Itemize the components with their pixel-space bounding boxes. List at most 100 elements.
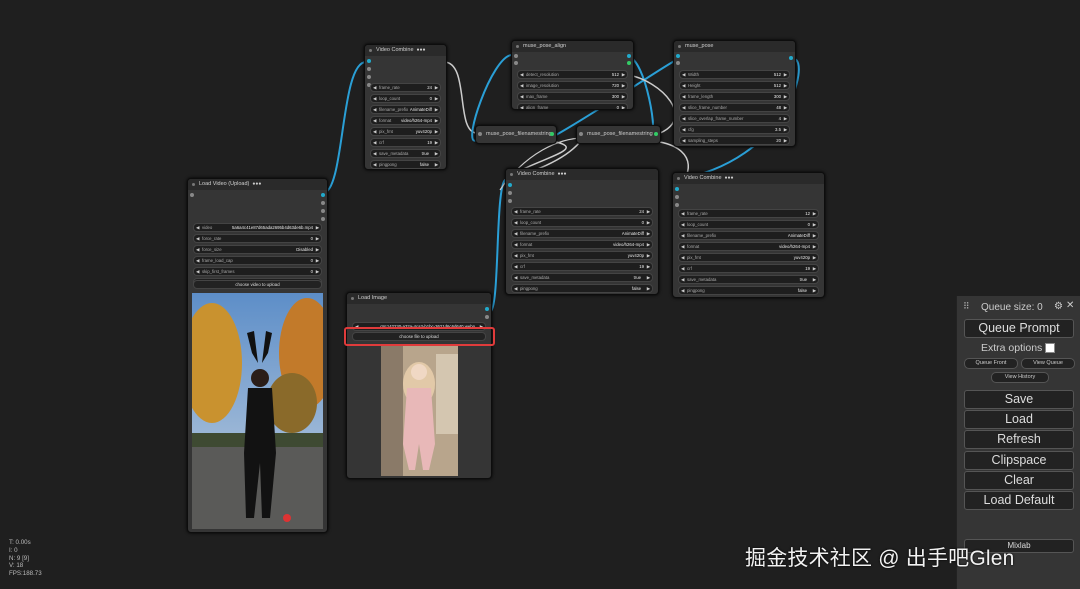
arrow-right-icon[interactable]: ▶: [813, 276, 816, 283]
arrow-right-icon[interactable]: ▶: [647, 285, 650, 292]
widget-save-output[interactable]: ◀save_outputfalse▶: [678, 297, 819, 298]
save-button[interactable]: Save: [964, 390, 1074, 409]
arrow-right-icon[interactable]: ▶: [316, 246, 319, 253]
widget-width[interactable]: ◀ Width 512 ▶: [679, 70, 790, 79]
input-socket[interactable]: [676, 61, 680, 65]
arrow-right-icon[interactable]: ▶: [622, 93, 625, 100]
input-socket[interactable]: [190, 193, 194, 197]
arrow-right-icon[interactable]: ▶: [784, 71, 787, 78]
widget-format[interactable]: ◀ format video/h264-mp4 ▶: [370, 116, 441, 125]
arrow-left-icon[interactable]: ◀: [196, 246, 199, 253]
arrow-right-icon[interactable]: ▶: [784, 82, 787, 89]
node-muse-pose[interactable]: muse_pose ◀ Width 512 ▶ ◀ Height 512 ▶ ◀ frame_le…: [673, 40, 796, 147]
arrow-left-icon[interactable]: ◀: [682, 104, 685, 111]
output-socket[interactable]: [321, 209, 325, 213]
arrow-left-icon[interactable]: ◀: [514, 208, 517, 215]
arrow-right-icon[interactable]: ▶: [622, 104, 625, 109]
input-socket[interactable]: [367, 75, 371, 79]
arrow-left-icon[interactable]: ◀: [514, 230, 517, 237]
widget-slice-frame-number[interactable]: ◀ slice_frame_number 48 ▶: [679, 103, 790, 112]
arrow-left-icon[interactable]: ◀: [681, 221, 684, 228]
widget-pingpong[interactable]: ◀ pingpong false ▶: [511, 284, 653, 293]
widget-filename-prefix[interactable]: ◀ filename_prefix AnimateDiff ▶: [370, 105, 441, 114]
node-title[interactable]: Video Combine ●●●: [365, 45, 446, 56]
choose-video-upload-button[interactable]: choose video to upload: [193, 280, 322, 289]
widget-filename-prefix[interactable]: ◀ filename_prefix AnimateDiff ▶: [511, 229, 653, 238]
widget-crf[interactable]: ◀ crf 19 ▶: [511, 262, 653, 271]
input-socket[interactable]: [508, 183, 512, 187]
arrow-left-icon[interactable]: ◀: [196, 257, 199, 264]
output-socket[interactable]: [550, 132, 554, 136]
arrow-left-icon[interactable]: ◀: [682, 93, 685, 100]
arrow-right-icon[interactable]: ▶: [316, 235, 319, 242]
widget-image-resolution[interactable]: ◀ image_resolution 720 ▶: [517, 81, 628, 90]
extra-options-checkbox[interactable]: [1045, 343, 1055, 353]
arrow-right-icon[interactable]: ▶: [435, 128, 438, 135]
widget-loop-count[interactable]: ◀ loop_count 0 ▶: [370, 94, 441, 103]
arrow-left-icon[interactable]: ◀: [373, 106, 376, 113]
arrow-right-icon[interactable]: ▶: [435, 95, 438, 102]
arrow-left-icon[interactable]: ◀: [682, 71, 685, 78]
input-socket[interactable]: [367, 67, 371, 71]
input-socket[interactable]: [676, 54, 680, 58]
queue-front-button[interactable]: Queue Front: [964, 358, 1018, 369]
arrow-left-icon[interactable]: ◀: [196, 224, 199, 231]
view-history-button[interactable]: View History: [991, 372, 1049, 383]
arrow-left-icon[interactable]: ◀: [514, 263, 517, 270]
input-socket[interactable]: [675, 195, 679, 199]
arrow-left-icon[interactable]: ◀: [514, 252, 517, 259]
refresh-button[interactable]: Refresh: [964, 430, 1074, 449]
output-socket[interactable]: [789, 56, 793, 60]
node-muse-pose-align[interactable]: muse_pose_align ◀ detect_resolution 512 ▶ ◀ i…: [511, 40, 634, 110]
widget-sampling-steps[interactable]: ◀ sampling_steps 20 ▶: [679, 136, 790, 145]
widget-height[interactable]: ◀ Height 512 ▶: [679, 81, 790, 90]
arrow-right-icon[interactable]: ▶: [647, 241, 650, 248]
arrow-left-icon[interactable]: ◀: [681, 232, 684, 239]
gear-icon[interactable]: ⚙: [1054, 301, 1063, 312]
widget-pix-fmt[interactable]: ◀ pix_fmt yuv420p ▶: [370, 127, 441, 136]
arrow-right-icon[interactable]: ▶: [813, 221, 816, 228]
arrow-right-icon[interactable]: ▶: [435, 106, 438, 113]
arrow-right-icon[interactable]: ▶: [813, 210, 816, 217]
arrow-left-icon[interactable]: ◀: [682, 137, 685, 144]
widget-loop-count[interactable]: ◀ loop_count 0 ▶: [511, 218, 653, 227]
widget-pix-fmt[interactable]: ◀ pix_fmt yuv420p ▶: [511, 251, 653, 260]
widget-video[interactable]: ◀ video 5a6a4c41e87d65ada2695b4d63de6b.mp4…: [193, 223, 322, 232]
output-socket[interactable]: [485, 307, 489, 311]
node-video-combine-2[interactable]: Video Combine ●●● ◀ frame_rate 24 ▶ ◀ loop_cou…: [505, 168, 659, 295]
widget-max-frame[interactable]: ◀ max_frame 300 ▶: [517, 92, 628, 101]
output-socket[interactable]: [654, 132, 658, 136]
node-title[interactable]: Video Combine ●●●: [506, 169, 658, 180]
arrow-left-icon[interactable]: ◀: [681, 276, 684, 283]
arrow-left-icon[interactable]: ◀: [520, 104, 523, 109]
input-socket[interactable]: [367, 59, 371, 63]
input-socket[interactable]: [675, 187, 679, 191]
input-socket[interactable]: [478, 132, 482, 136]
widget-frame-load-cap[interactable]: ◀ frame_load_cap 0 ▶: [193, 256, 322, 265]
arrow-left-icon[interactable]: ◀: [520, 82, 523, 89]
input-socket[interactable]: [508, 191, 512, 195]
widget-format[interactable]: ◀ format video/h264-mp4 ▶: [511, 240, 653, 249]
arrow-right-icon[interactable]: ▶: [784, 115, 787, 122]
input-socket[interactable]: [579, 132, 583, 136]
arrow-left-icon[interactable]: ◀: [681, 254, 684, 261]
arrow-left-icon[interactable]: ◀: [520, 93, 523, 100]
arrow-right-icon[interactable]: ▶: [316, 268, 319, 275]
view-queue-button[interactable]: View Queue: [1021, 358, 1075, 369]
widget-frame-rate[interactable]: ◀ frame_rate 24 ▶: [511, 207, 653, 216]
arrow-left-icon[interactable]: ◀: [373, 128, 376, 135]
widget-crf[interactable]: ◀ crf 19 ▶: [678, 264, 819, 273]
node-load-image[interactable]: Load Image ◀ c8c142230-a32a-4ca3-b1bc-36…: [346, 292, 492, 479]
widget-loop-count[interactable]: ◀ loop_count 0 ▶: [678, 220, 819, 229]
arrow-left-icon[interactable]: ◀: [373, 139, 376, 146]
arrow-right-icon[interactable]: ▶: [813, 243, 816, 250]
arrow-left-icon[interactable]: ◀: [681, 243, 684, 250]
arrow-right-icon[interactable]: ▶: [784, 126, 787, 133]
widget-cfg[interactable]: ◀ cfg 3.5 ▶: [679, 125, 790, 134]
arrow-right-icon[interactable]: ▶: [813, 265, 816, 272]
input-socket[interactable]: [514, 54, 518, 58]
widget-frame-rate[interactable]: ◀ frame_rate 24 ▶: [370, 83, 441, 92]
arrow-left-icon[interactable]: ◀: [373, 150, 376, 157]
widget-crf[interactable]: ◀ crf 19 ▶: [370, 138, 441, 147]
arrow-right-icon[interactable]: ▶: [813, 254, 816, 261]
